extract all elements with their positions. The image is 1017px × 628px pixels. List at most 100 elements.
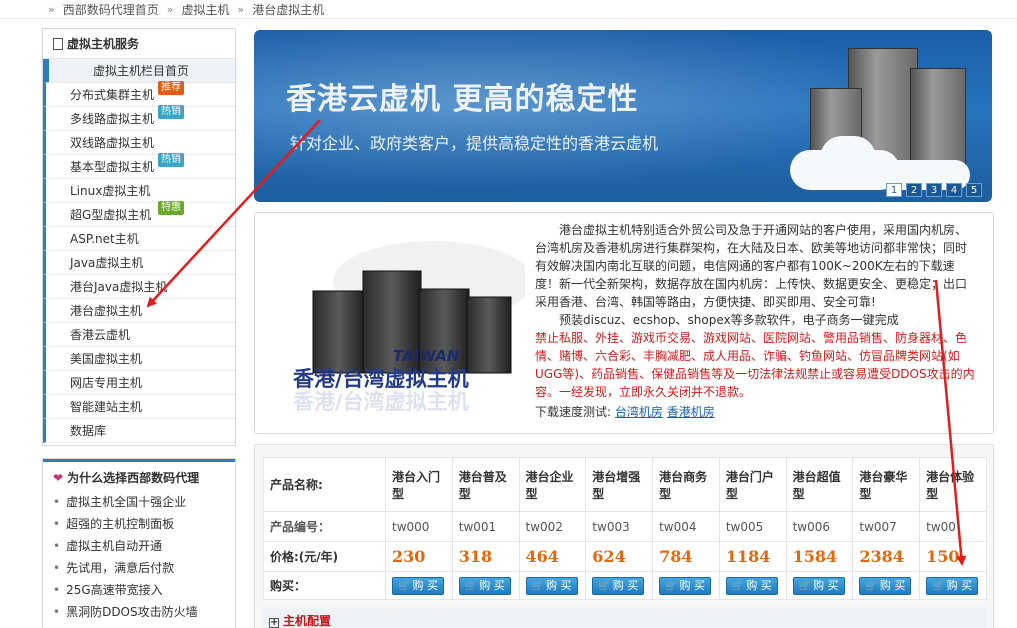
cart-icon: 🛒 — [464, 580, 478, 592]
sidebar-item-label: 数据库 — [70, 424, 107, 438]
product-buy-cell: 🛒 购 买 — [919, 571, 987, 600]
product-name-cell: 港台企业型 — [518, 457, 587, 512]
id-row-label: 产品编号： — [263, 511, 386, 542]
banner-slide-dot[interactable]: 4 — [946, 183, 962, 197]
why-choose-item: 虚拟主机全国十强企业 — [53, 491, 235, 513]
sidebar-item-label: 虚拟主机栏目首页 — [93, 64, 190, 78]
breadcrumb-current: 港台虚拟主机 — [252, 2, 325, 17]
speed-test: 下载速度测试: 台湾机房 香港机房 — [535, 405, 715, 419]
product-price-cell: 1584 — [785, 541, 854, 572]
buy-button[interactable]: 🛒 购 买 — [926, 576, 979, 595]
product-name-cell: 港台普及型 — [451, 457, 520, 512]
product-name-cell: 港台豪华型 — [852, 457, 921, 512]
sidebar-item[interactable]: ASP.net主机 — [43, 227, 235, 251]
sidebar-title: 虚拟主机服务 — [43, 29, 235, 59]
product-id-cell: tw001 — [451, 511, 520, 542]
sidebar-item-badge: 热销 — [158, 105, 184, 119]
sidebar-item[interactable]: 美国虚拟主机 — [43, 347, 235, 371]
sidebar-item[interactable]: 网店专用主机 — [43, 371, 235, 395]
sidebar-item[interactable]: 多线路虚拟主机 热销 — [43, 105, 235, 131]
buy-button[interactable]: 🛒 购 买 — [592, 576, 645, 595]
sidebar-item[interactable]: 港台虚拟主机 — [43, 299, 235, 323]
sidebar-item[interactable]: 香港云虚机 — [43, 323, 235, 347]
breadcrumb-home-link[interactable]: 西部数码代理首页 — [63, 1, 159, 18]
sidebar-item[interactable]: 基本型虚拟主机 热销 — [43, 153, 235, 179]
buy-button[interactable]: 🛒 购 买 — [792, 576, 845, 595]
product-id-cell: tw00 — [919, 511, 987, 542]
cart-icon: 🛒 — [731, 580, 745, 592]
product-name-cell: 港台门户型 — [718, 457, 787, 512]
top-divider — [0, 18, 1017, 19]
description-software: 预装discuz、ecshop、shopex等多款软件，电子商务一键完成 — [535, 313, 899, 327]
cart-icon: 🛒 — [665, 580, 678, 592]
product-name-cell: 港台入门型 — [385, 457, 453, 512]
product-name-cell: 港台超值型 — [785, 457, 854, 512]
sidebar-item[interactable]: 分布式集群主机 推荐 — [43, 81, 235, 107]
product-name-cell: 港台商务型 — [652, 457, 720, 512]
sidebar-item-label: ASP.net主机 — [70, 232, 139, 246]
speed-test-taiwan-link[interactable]: 台湾机房 — [615, 405, 663, 419]
prohibited-content-notice: 禁止私服、外挂、游戏币交易、游戏网站、医院网站、警用品销售、防身器材、色情、赌博… — [535, 331, 975, 399]
product-buy-cell: 🛒 购 买 — [785, 571, 854, 600]
promo-banner[interactable]: 香港云虚机 更高的稳定性 针对企业、政府类客户，提供高稳定性的香港云虚机 123… — [254, 30, 992, 202]
sidebar-item-badge: 特惠 — [158, 201, 184, 215]
buy-button[interactable]: 🛒 购 买 — [725, 576, 778, 595]
sidebar-item[interactable]: 智能建站主机 — [43, 395, 235, 419]
breadcrumb-hosting-link[interactable]: 虚拟主机 — [181, 1, 229, 18]
sidebar-item[interactable]: 双线路虚拟主机 — [43, 131, 235, 155]
buy-button[interactable]: 🛒 购 买 — [859, 576, 912, 595]
buy-button[interactable]: 🛒 购 买 — [392, 576, 444, 595]
why-choose-item: 25G高速带宽接入 — [53, 579, 235, 601]
banner-slide-dot[interactable]: 5 — [966, 183, 982, 197]
buy-button[interactable]: 🛒 购 买 — [525, 576, 578, 595]
sidebar-item-label: Java虚拟主机 — [70, 256, 144, 270]
product-id-cell: tw005 — [718, 511, 787, 542]
buy-button[interactable]: 🛒 购 买 — [659, 576, 712, 595]
breadcrumb-separator-icon: » — [237, 2, 245, 16]
product-price-cell: 150 — [919, 541, 987, 572]
banner-title: 香港云虚机 更高的稳定性 — [286, 82, 639, 117]
why-choose-item: 虚拟主机自动开通 — [53, 535, 235, 557]
product-image-reflection: 香港/台湾虚拟主机 — [293, 390, 469, 414]
banner-slide-dot[interactable]: 3 — [926, 183, 942, 197]
sidebar-menu: 虚拟主机栏目首页 分布式集群主机 推荐 多线路虚拟主机 热销 双线路虚拟主机 基本型虚拟主机… — [43, 59, 235, 443]
buy-row-label: 购买： — [263, 571, 386, 600]
why-choose-list: 虚拟主机全国十强企业超强的主机控制面板虚拟主机自动开通先试用，满意后付款25G高… — [43, 491, 235, 623]
sidebar-item[interactable]: 超G型虚拟主机 特惠 — [43, 201, 235, 227]
sidebar-item-label: 网店专用主机 — [70, 376, 143, 390]
buy-button[interactable]: 🛒 购 买 — [458, 576, 511, 595]
product-intro-box: TAIWAN 香港/台湾虚拟主机 香港/台湾虚拟主机 港台虚拟主机特别适合外贸公… — [254, 212, 994, 434]
product-price-cell: 464 — [518, 541, 587, 572]
sidebar-item[interactable]: 虚拟主机栏目首页 — [43, 59, 235, 83]
sidebar-item[interactable]: 港台Java虚拟主机 — [43, 275, 235, 299]
sidebar-item[interactable]: Java虚拟主机 — [43, 251, 235, 275]
product-table-panel: 产品名称: 港台入门型 港台普及型 港台企业型 港台增强型 港台商务型 港台门户型 港台超值型… — [254, 444, 994, 628]
sidebar-item[interactable]: 数据库 — [43, 419, 235, 443]
product-price-cell: 1184 — [718, 541, 787, 572]
name-row-label: 产品名称: — [263, 457, 386, 512]
cart-icon: 🛒 — [932, 580, 945, 592]
expand-plus-icon: + — [269, 617, 279, 628]
product-image: TAIWAN 香港/台湾虚拟主机 香港/台湾虚拟主机 — [273, 241, 533, 421]
product-id-cell: tw007 — [852, 511, 921, 542]
server-rack-illustration — [790, 40, 970, 190]
sidebar-item[interactable]: Linux虚拟主机 — [43, 179, 235, 203]
sidebar-item-label: 双线路虚拟主机 — [70, 136, 155, 150]
description-paragraph: 港台虚拟主机特别适合外贸公司及急于开通网站的客户使用，采用国内机房、台湾机房及香… — [535, 223, 968, 309]
product-id-cell: tw002 — [518, 511, 587, 542]
host-config-toggle[interactable]: + 主机配置 — [263, 606, 987, 628]
product-buy-cell: 🛒 购 买 — [385, 571, 453, 600]
product-name-cell: 港台体验型 — [919, 457, 987, 512]
banner-slide-dot[interactable]: 2 — [906, 183, 922, 197]
speed-test-hongkong-link[interactable]: 香港机房 — [667, 405, 715, 419]
banner-slide-pager: 12345 — [886, 183, 982, 197]
cart-icon: 🛒 — [598, 580, 611, 592]
banner-subtitle: 针对企业、政府类客户，提供高稳定性的香港云虚机 — [290, 134, 659, 153]
sidebar-item-label: 基本型虚拟主机 — [70, 160, 155, 174]
product-price-cell: 624 — [585, 541, 654, 572]
product-id-cell: tw003 — [585, 511, 654, 542]
banner-slide-dot[interactable]: 1 — [886, 183, 902, 197]
product-price-cell: 2384 — [852, 541, 921, 572]
sidebar-item-label: Linux虚拟主机 — [70, 184, 151, 198]
product-buy-cell: 🛒 购 买 — [852, 571, 921, 600]
